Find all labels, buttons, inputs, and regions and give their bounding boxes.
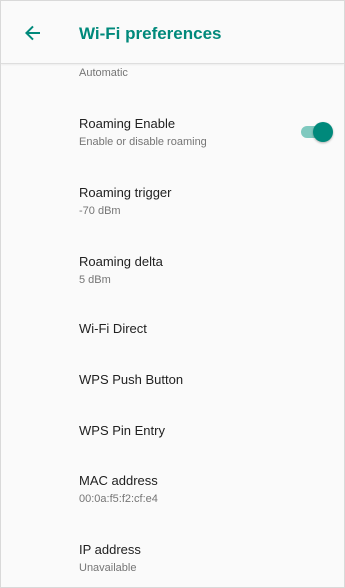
pref-summary: -70 dBm xyxy=(79,205,121,217)
pref-title: Roaming delta xyxy=(79,254,163,269)
toggle-thumb xyxy=(313,122,333,142)
back-button[interactable] xyxy=(21,21,45,45)
preferences-list: Automatic Roaming Enable Enable or disab… xyxy=(1,63,344,587)
pref-wps-pin-entry[interactable]: WPS Pin Entry xyxy=(1,409,344,457)
pref-wifi-direct[interactable]: Wi-Fi Direct xyxy=(1,305,344,353)
pref-summary: Enable or disable roaming xyxy=(79,136,207,148)
pref-roaming-enable[interactable]: Roaming Enable Enable or disable roaming xyxy=(1,101,344,163)
app-bar: Wi-Fi preferences xyxy=(1,1,344,64)
pref-title: IP address xyxy=(79,542,141,557)
pref-summary: 00:0a:f5:f2:cf:e4 xyxy=(79,493,158,505)
pref-title: MAC address xyxy=(79,473,158,488)
pref-roaming-delta[interactable]: Roaming delta 5 dBm xyxy=(1,241,344,303)
pref-mac-address[interactable]: MAC address 00:0a:f5:f2:cf:e4 xyxy=(1,461,344,523)
pref-summary: Unavailable xyxy=(79,562,137,574)
pref-roaming-trigger[interactable]: Roaming trigger -70 dBm xyxy=(1,171,344,233)
pref-title: Roaming trigger xyxy=(79,185,172,200)
page-title: Wi-Fi preferences xyxy=(79,24,222,43)
pref-wps-push-button[interactable]: WPS Push Button xyxy=(1,357,344,405)
pref-title: WPS Push Button xyxy=(79,372,184,387)
pref-summary: 5 dBm xyxy=(79,274,111,286)
pref-title: Roaming Enable xyxy=(79,116,176,131)
pref-title: WPS Pin Entry xyxy=(79,423,165,438)
arrow-back-icon xyxy=(25,25,40,41)
roaming-enable-toggle[interactable] xyxy=(299,122,333,142)
wifi-preferences-screen: Wi-Fi preferences Automatic Roaming Enab… xyxy=(0,0,345,588)
pref-ip-address[interactable]: IP address Unavailable xyxy=(1,531,344,587)
pref-title: Wi-Fi Direct xyxy=(79,321,147,336)
cut-off-item-summary: Automatic xyxy=(79,67,128,79)
